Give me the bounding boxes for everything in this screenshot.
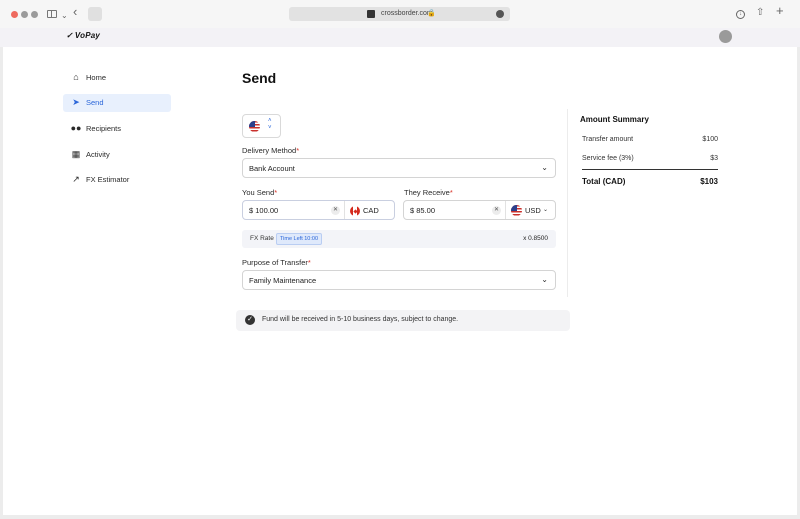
sidebar-nav: ⌂ Home ➤ Send ●● Recipients ▦ Activity ↗… (63, 68, 171, 196)
sidebar-item-label: Recipients (86, 123, 122, 133)
logo-mark-icon: ✓ (66, 31, 73, 40)
url-text: crossborder.com (381, 10, 433, 17)
country-selector[interactable]: ˄ ˅ (242, 114, 281, 138)
check-circle-icon: ✓ (245, 315, 255, 325)
you-send-value: $ 100.00 (249, 206, 279, 215)
clear-icon[interactable]: ✕ (492, 206, 501, 215)
app-header: ✓ VoPay (0, 28, 800, 47)
notice-text: Fund will be received in 5-10 business d… (262, 316, 459, 323)
favicon-icon (367, 10, 375, 18)
new-tab-icon[interactable]: + (776, 4, 784, 17)
browser-toolbar: ⌄ ‹ crossborder.com 🔒 ↓ ⇧ + (0, 0, 800, 28)
delivery-method-label: Delivery Method* (242, 146, 299, 155)
purpose-select[interactable]: Family Maintenance ⌄ (242, 270, 556, 290)
you-send-currency[interactable]: CAD (363, 206, 379, 215)
ca-flag-icon (350, 206, 360, 216)
required-marker: * (449, 188, 453, 197)
sidebar-item-label: Home (86, 72, 107, 82)
you-send-label: You Send* (242, 188, 277, 197)
summary-total-divider (582, 169, 718, 170)
summary-total-value: $103 (700, 177, 718, 186)
summary-row-label: Transfer amount (582, 136, 634, 143)
minimize-window-button[interactable] (21, 11, 28, 18)
back-arrow-icon[interactable]: ‹ (73, 5, 77, 18)
close-window-button[interactable] (11, 11, 18, 18)
sidebar-item-fx-estimator[interactable]: ↗ FX Estimator (63, 171, 171, 189)
summary-total: Total (CAD) $103 (582, 177, 718, 186)
sidebar-item-label: Activity (86, 149, 110, 159)
summary-row: Service fee (3%) $3 (582, 155, 718, 162)
download-icon[interactable]: ↓ (736, 10, 745, 19)
tab-overview-button[interactable] (88, 7, 102, 21)
extension-icon[interactable] (496, 10, 504, 18)
divider (344, 201, 345, 219)
chevron-down-icon[interactable]: ⌄ (61, 10, 68, 22)
sidebar-item-label: Send (86, 98, 104, 108)
activity-icon: ▦ (71, 148, 81, 159)
sidebar-item-send[interactable]: ➤ Send (63, 93, 171, 112)
updown-chevron-icon: ˄ ˅ (268, 118, 272, 131)
summary-total-label: Total (CAD) (582, 177, 626, 186)
home-icon: ⌂ (73, 72, 79, 82)
chevron-down-icon[interactable]: ⌄ (543, 206, 548, 213)
summary-row-value: $3 (710, 155, 718, 162)
purpose-value: Family Maintenance (249, 276, 317, 285)
people-icon: ●● (70, 123, 82, 134)
sidebar-toggle-icon[interactable] (47, 10, 57, 18)
summary-row-label: Service fee (3%) (582, 155, 634, 162)
fx-rate-row: FX Rate Time Left 10:00 x 0.8500 (242, 230, 556, 248)
purpose-label-text: Purpose of Transfer (242, 258, 308, 267)
you-send-input[interactable]: $ 100.00 ✕ CAD (242, 200, 395, 220)
they-receive-value: $ 85.00 (410, 206, 436, 215)
delivery-notice: ✓ Fund will be received in 5-10 business… (236, 310, 570, 331)
required-marker: * (296, 146, 300, 155)
clear-icon[interactable]: ✕ (331, 206, 340, 215)
fx-rate-label: FX Rate (250, 235, 274, 242)
sidebar-item-recipients[interactable]: ●● Recipients (63, 119, 171, 137)
chevron-down-icon: ⌄ (541, 163, 548, 172)
trend-icon: ↗ (72, 174, 80, 185)
chevron-down-icon: ⌄ (541, 275, 548, 284)
avatar[interactable] (719, 30, 732, 43)
they-receive-currency[interactable]: USD (525, 206, 541, 215)
sidebar-item-label: FX Estimator (86, 175, 130, 185)
us-flag-icon (511, 205, 522, 216)
vopay-logo[interactable]: ✓ VoPay (66, 31, 100, 40)
summary-row: Transfer amount $100 (582, 136, 718, 143)
they-receive-label: They Receive* (404, 188, 453, 197)
fx-rate-value: x 0.8500 (523, 235, 548, 242)
summary-title: Amount Summary (580, 115, 649, 124)
delivery-method-label-text: Delivery Method (242, 146, 297, 155)
share-icon[interactable]: ⇧ (756, 7, 764, 19)
you-send-label-text: You Send (242, 188, 275, 197)
fx-timer-badge: Time Left 10:00 (276, 233, 323, 245)
required-marker: * (274, 188, 278, 197)
delivery-method-value: Bank Account (249, 164, 295, 173)
delivery-method-select[interactable]: Bank Account ⌄ (242, 158, 556, 178)
purpose-label: Purpose of Transfer* (242, 258, 311, 267)
page-title: Send (242, 70, 277, 86)
lock-icon: 🔒 (427, 10, 436, 17)
sidebar-item-activity[interactable]: ▦ Activity (63, 145, 171, 163)
address-bar[interactable]: crossborder.com 🔒 (289, 7, 510, 21)
logo-text: VoPay (74, 31, 101, 40)
maximize-window-button[interactable] (31, 11, 38, 18)
summary-divider (567, 109, 568, 297)
they-receive-label-text: They Receive (404, 188, 450, 197)
sidebar-item-home[interactable]: ⌂ Home (63, 68, 171, 86)
summary-row-value: $100 (702, 136, 718, 143)
they-receive-input[interactable]: $ 85.00 ✕ USD ⌄ (403, 200, 556, 220)
required-marker: * (307, 258, 311, 267)
send-icon: ➤ (72, 97, 80, 108)
us-flag-icon (249, 121, 260, 132)
divider (505, 201, 506, 219)
